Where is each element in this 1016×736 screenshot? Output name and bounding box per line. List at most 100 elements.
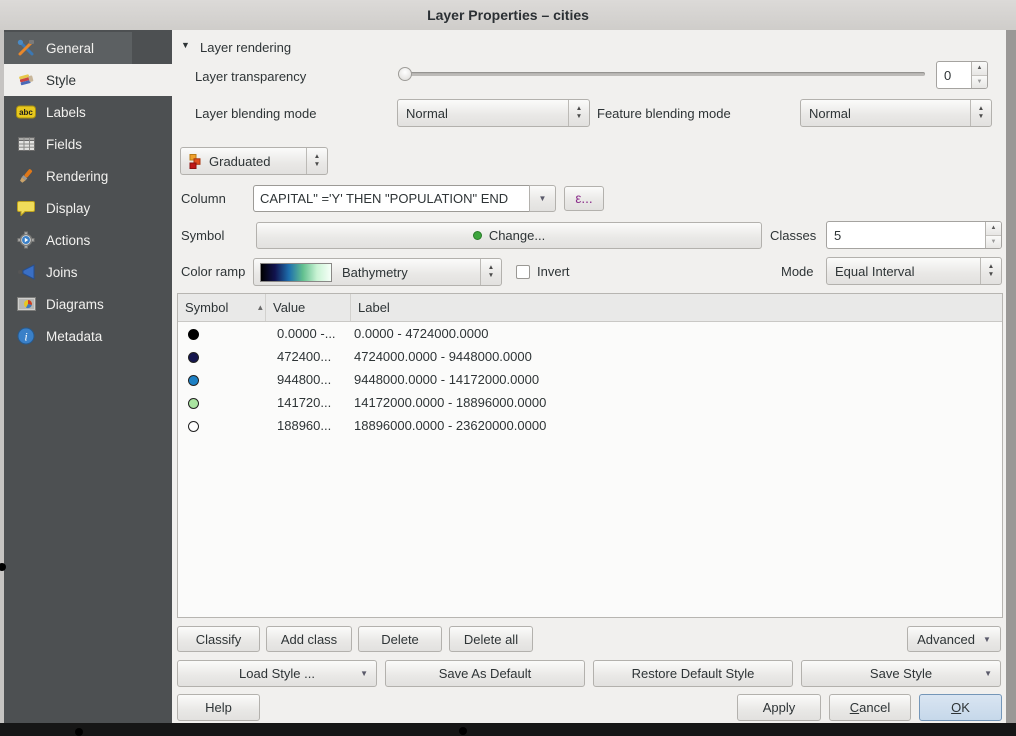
sidebar-item-metadata[interactable]: i Metadata (4, 320, 172, 352)
class-value: 472400... (266, 349, 351, 364)
feature-blending-mode-combo[interactable]: Normal ▲▼ (800, 99, 992, 127)
sidebar-item-labels[interactable]: abc Labels (4, 96, 172, 128)
sidebar-item-style[interactable]: Style (4, 64, 172, 96)
class-value: 0.0000 -... (266, 326, 351, 341)
column-header-label[interactable]: Label (351, 294, 1002, 321)
metadata-icon: i (16, 326, 36, 346)
style-icon (16, 70, 36, 90)
sidebar-item-fields[interactable]: Fields (4, 128, 172, 160)
updown-arrows-icon: ▲▼ (480, 259, 501, 285)
joins-icon (16, 262, 36, 282)
column-header-value[interactable]: Value (266, 294, 351, 321)
classes-table-body: 0.0000 -...0.0000 - 4724000.0000472400..… (178, 322, 1002, 437)
column-expression-input[interactable] (253, 185, 530, 212)
artifact-dot (459, 727, 467, 735)
sidebar-item-label: Labels (46, 105, 86, 120)
updown-arrows-icon: ▲▼ (306, 148, 327, 174)
load-style-button[interactable]: Load Style ... ▼ (177, 660, 377, 687)
transparency-slider-handle[interactable] (398, 67, 412, 81)
save-style-button[interactable]: Save Style ▼ (801, 660, 1001, 687)
advanced-button[interactable]: Advanced ▼ (907, 626, 1001, 652)
sidebar-item-general[interactable]: General (4, 32, 132, 64)
column-label: Column (181, 191, 226, 206)
color-ramp-label: Color ramp (181, 264, 245, 279)
layer-blending-mode-value: Normal (406, 106, 564, 121)
class-label: 4724000.0000 - 9448000.0000 (351, 349, 1002, 364)
class-value: 188960... (266, 418, 351, 433)
layer-blending-mode-combo[interactable]: Normal ▲▼ (397, 99, 590, 127)
column-dropdown-button[interactable]: ▼ (529, 185, 556, 212)
transparency-value-input[interactable] (937, 62, 971, 88)
sidebar-item-rendering[interactable]: Rendering (4, 160, 172, 192)
add-class-button[interactable]: Add class (266, 626, 352, 652)
expression-builder-button[interactable]: ε... (564, 186, 604, 211)
table-row[interactable]: 188960...18896000.0000 - 23620000.0000 (178, 414, 1002, 437)
graduated-icon (189, 154, 203, 169)
color-ramp-combo[interactable]: Bathymetry ▲▼ (253, 258, 502, 286)
spin-up-icon[interactable]: ▲ (986, 222, 1001, 236)
class-symbol-dot-icon (188, 398, 199, 409)
delete-button[interactable]: Delete (358, 626, 442, 652)
spin-down-icon[interactable]: ▼ (972, 76, 987, 89)
class-symbol-dot-icon (188, 329, 199, 340)
sidebar-item-label: Display (46, 201, 90, 216)
color-ramp-swatch (260, 263, 332, 282)
spin-down-icon[interactable]: ▼ (986, 236, 1001, 249)
apply-button[interactable]: Apply (737, 694, 821, 721)
classes-value-input[interactable] (827, 222, 985, 248)
transparency-spinbox: ▲ ▼ (936, 61, 988, 89)
class-label: 18896000.0000 - 23620000.0000 (351, 418, 1002, 433)
mode-label: Mode (781, 264, 814, 279)
cancel-button[interactable]: Cancel (829, 694, 911, 721)
sidebar-item-actions[interactable]: Actions (4, 224, 172, 256)
transparency-slider-track[interactable] (398, 72, 925, 76)
save-as-default-button[interactable]: Save As Default (385, 660, 585, 687)
desktop-strip (0, 723, 1016, 735)
classes-spinbox: ▲ ▼ (826, 221, 1002, 249)
column-header-symbol[interactable]: Symbol ▲ (178, 294, 266, 321)
sidebar-item-label: Diagrams (46, 297, 104, 312)
spin-up-icon[interactable]: ▲ (972, 62, 987, 76)
sidebar-item-joins[interactable]: Joins (4, 256, 172, 288)
ok-button[interactable]: OK (919, 694, 1002, 721)
table-row[interactable]: 472400...4724000.0000 - 9448000.0000 (178, 345, 1002, 368)
sidebar: General Style abc Labels Fields Renderin… (4, 30, 172, 723)
window-title: Layer Properties – cities (427, 7, 589, 23)
window-right-edge (1006, 30, 1016, 723)
svg-text:abc: abc (19, 108, 33, 117)
fields-icon (16, 134, 36, 154)
dropdown-arrow-icon: ▼ (983, 635, 991, 644)
help-button[interactable]: Help (177, 694, 260, 721)
sidebar-item-label: Rendering (46, 169, 108, 184)
epsilon-icon: ε... (575, 191, 592, 206)
restore-default-style-button[interactable]: Restore Default Style (593, 660, 793, 687)
dropdown-arrow-icon: ▼ (534, 194, 552, 203)
sidebar-item-display[interactable]: Display (4, 192, 172, 224)
classes-label: Classes (770, 228, 816, 243)
table-row[interactable]: 944800...9448000.0000 - 14172000.0000 (178, 368, 1002, 391)
layer-rendering-section-title[interactable]: Layer rendering (200, 40, 291, 55)
svg-text:i: i (24, 330, 27, 344)
invert-checkbox[interactable] (516, 265, 530, 279)
table-row[interactable]: 0.0000 -...0.0000 - 4724000.0000 (178, 322, 1002, 345)
sidebar-item-diagrams[interactable]: Diagrams (4, 288, 172, 320)
delete-all-button[interactable]: Delete all (449, 626, 533, 652)
sort-ascending-icon: ▲ (256, 303, 264, 312)
renderer-type-combo[interactable]: Graduated ▲▼ (180, 147, 328, 175)
updown-arrows-icon: ▲▼ (970, 100, 991, 126)
rendering-icon (16, 166, 36, 186)
collapse-triangle-icon[interactable]: ▼ (181, 40, 190, 50)
sidebar-item-label: Style (46, 73, 76, 88)
sidebar-item-label: General (46, 41, 94, 56)
class-value: 944800... (266, 372, 351, 387)
table-row[interactable]: 141720...14172000.0000 - 18896000.0000 (178, 391, 1002, 414)
class-symbol-dot-icon (188, 375, 199, 386)
class-symbol-dot-icon (188, 352, 199, 363)
symbol-label: Symbol (181, 228, 224, 243)
class-label: 0.0000 - 4724000.0000 (351, 326, 1002, 341)
mode-combo[interactable]: Equal Interval ▲▼ (826, 257, 1002, 285)
symbol-change-button[interactable]: Change... (256, 222, 762, 249)
classify-button[interactable]: Classify (177, 626, 260, 652)
window-titlebar[interactable]: Layer Properties – cities (0, 0, 1016, 31)
renderer-type-value: Graduated (209, 154, 302, 169)
